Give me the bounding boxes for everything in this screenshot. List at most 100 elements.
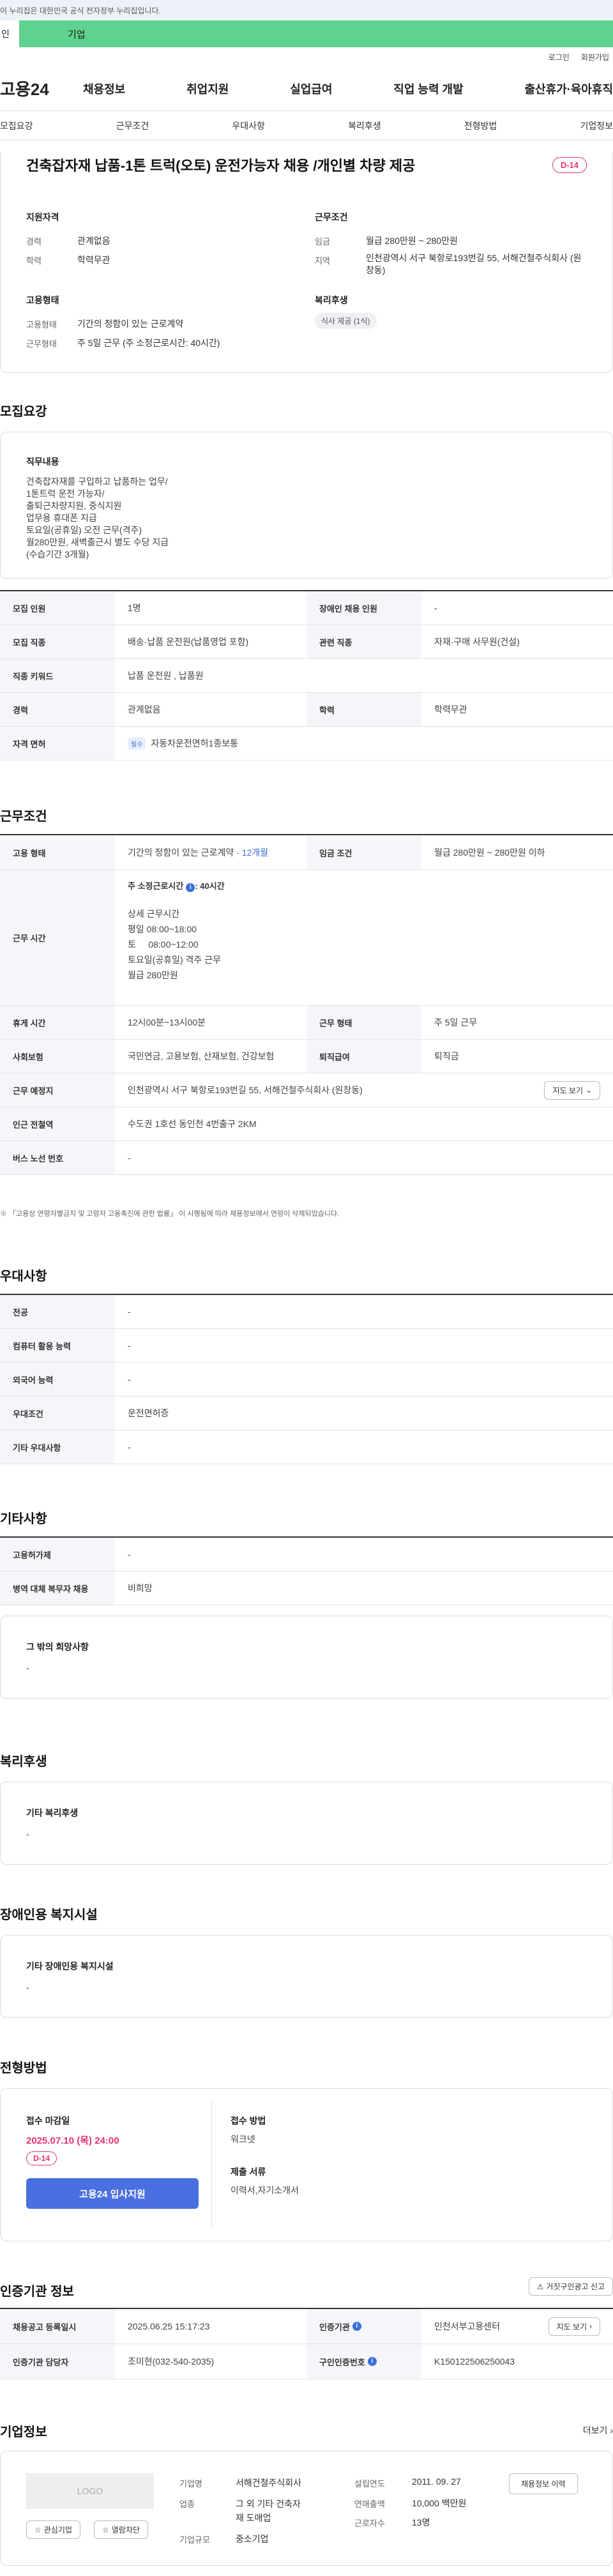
- table-row: 병역 대체 복무자 채용 비희망: [0, 1572, 613, 1605]
- info-icon[interactable]: i: [367, 2357, 377, 2366]
- table-row: 고용 형태 기간의 정함이 있는 근로계약 · 12개월 임금 조건 월급 28…: [0, 835, 613, 870]
- tab-recruit[interactable]: 모집요강: [0, 119, 33, 132]
- info-icon[interactable]: i: [186, 883, 195, 892]
- info-icon[interactable]: i: [352, 2322, 361, 2331]
- region-value: 인천광역시 서구 북항로193번길 55, 서해건철주식회사 (원창동): [366, 253, 582, 275]
- emp-period: 12개월: [241, 847, 269, 858]
- gov-banner: 이 누리집은 대한민국 공식 전자정부 누리집입니다.: [0, 0, 613, 20]
- duty-box: 직무내용 건축잡자재를 구입하고 납품하는 업무/ 1톤트럭 운전 가능자/ 출…: [0, 432, 613, 579]
- row-label: 전공: [0, 1295, 115, 1328]
- sales-label: 연매출액: [354, 2499, 385, 2509]
- row-value: 납품 운전원 , 납품원: [128, 671, 204, 681]
- method-heading: 접수 방법: [231, 2116, 266, 2126]
- table-row: 컴퓨터 활용 능력 -: [0, 1329, 613, 1363]
- career-label: 경력: [26, 237, 42, 246]
- emp-type-text: 기간의 정함이 있는 근로계약 ·: [128, 847, 239, 858]
- site-logo[interactable]: 고용24: [0, 77, 83, 100]
- edu-value: 학력무관: [77, 255, 110, 265]
- row-value: 조미현(032-540-2035): [128, 2356, 215, 2367]
- emp-type-label: 고용형태: [26, 320, 57, 330]
- row-label: 외국어 능력: [0, 1363, 115, 1396]
- row-value: -: [128, 1307, 131, 1317]
- welfare-box-text: -: [26, 1829, 29, 1839]
- industry-value: 그 외 기타 건축자 재 도매업: [236, 2499, 301, 2523]
- row-label: 고용 형태: [0, 835, 115, 870]
- tab-welfare[interactable]: 복리후생: [348, 119, 381, 132]
- block-company-button[interactable]: ☆ 열람차단: [94, 2520, 148, 2539]
- gnb-item-employment-support[interactable]: 취업지원: [186, 80, 229, 97]
- company-more-link[interactable]: 더보기 ›: [583, 2424, 613, 2437]
- tab-conditions[interactable]: 근무조건: [116, 119, 149, 132]
- company-name-label: 기업명: [179, 2479, 202, 2489]
- weekly-hours-label: 주 소정근로시간: [128, 881, 184, 891]
- gnb-item-parental-leave[interactable]: 출산휴가·육아휴직: [525, 80, 613, 97]
- company-logo: LOGO: [26, 2473, 154, 2509]
- wage-value: 월급 280만원 ~ 280만원: [366, 236, 458, 246]
- row-label: 우대조건: [0, 1397, 115, 1430]
- table-row: 모집 직종 배송·납품 운전원(납품영업 포함) 관련 직종 자재·구매 사무원…: [0, 625, 613, 659]
- employment-heading: 고용형태: [26, 295, 59, 305]
- disabled-box-heading: 기타 장애인용 복지시설: [26, 1961, 114, 1971]
- staff-value: 13명: [412, 2517, 430, 2527]
- company-more-label: 더보기: [582, 2425, 608, 2436]
- row-value: 2025.06.25 15:17:23: [128, 2321, 210, 2331]
- company-size-value: 중소기업: [236, 2534, 269, 2544]
- row-label: 인증기관 담당자: [0, 2344, 115, 2379]
- siren-icon: ⚠: [536, 2282, 544, 2291]
- cert-no-label: 구인인증번호: [319, 2357, 365, 2367]
- chevron-right-icon: ›: [610, 2425, 613, 2436]
- table-row: 휴게 시간 12시00분~13시00분 근무 형태 주 5일 근무: [0, 1006, 613, 1040]
- row-label: 고용허가제: [0, 1538, 115, 1571]
- row-value: 수도권 1호선 동인천 4번출구 2KM: [128, 1119, 257, 1129]
- row-value: 기간의 정함이 있는 근로계약 · 12개월: [115, 835, 306, 870]
- welfare-heading: 복리후생: [315, 295, 348, 305]
- tab-company[interactable]: 기업: [19, 20, 613, 47]
- work-time-detail: 상세 근무시간 평일 08:00~18:00 토 08:00~12:00 토요일…: [128, 909, 221, 980]
- wage-label: 임금: [315, 237, 330, 246]
- career-value: 관계없음: [77, 236, 110, 246]
- row-label: 모집 인원: [0, 591, 115, 625]
- cert-agency-value: 인천서부고용센터: [434, 2321, 501, 2331]
- region-label: 지역: [315, 256, 330, 266]
- apply-button[interactable]: 고용24 입사지원: [26, 2178, 199, 2209]
- recruit-section-title: 모집요강: [0, 405, 47, 419]
- row-value: -: [434, 603, 437, 613]
- signup-link[interactable]: 회원가입: [581, 52, 609, 63]
- section-tabs: 모집요강 근무조건 우대사항 복리후생 전형방법 기업정보: [0, 111, 613, 140]
- row-label: 모집 직종: [0, 625, 115, 658]
- row-value: 비희망: [128, 1583, 153, 1593]
- row-value: 1명: [128, 603, 141, 613]
- utility-bar: 로그인 회원가입: [0, 47, 613, 66]
- staff-label: 근로자수: [354, 2519, 385, 2528]
- job-history-button[interactable]: 채용정보 이력: [509, 2473, 578, 2494]
- report-button[interactable]: ⚠ 거짓구인광고 신고: [528, 2277, 613, 2296]
- row-value: 국민연금, 고용보험, 산재보험, 건강보험: [128, 1051, 275, 1061]
- company-name-value: 서해건철주식회사: [236, 2478, 302, 2488]
- welfare-chip: 식사 제공 (1식): [315, 313, 377, 329]
- user-type-tabs: 인 기업: [0, 20, 613, 47]
- tab-personal[interactable]: 인: [0, 20, 19, 47]
- work-section-title: 근무조건: [0, 810, 47, 824]
- work-place-text: 인천광역시 서구 북항로193번길 55, 서해건철주식회사 (원창동): [128, 1085, 363, 1095]
- selection-section-title: 전형방법: [0, 2061, 47, 2075]
- gnb-item-jobs[interactable]: 채용정보: [83, 80, 125, 97]
- tab-preferences[interactable]: 우대사항: [232, 119, 265, 132]
- row-label: 퇴직급여: [306, 1040, 421, 1073]
- global-nav: 고용24 채용정보 취업지원 실업급여 직업 능력 개발 출산휴가·육아휴직: [0, 66, 613, 111]
- gnb-item-unemployment-benefit[interactable]: 실업급여: [290, 80, 332, 97]
- chevron-down-icon: ⌄: [585, 1086, 592, 1095]
- chevron-right-icon: ›: [589, 2322, 592, 2331]
- weekly-hours-value: : 40시간: [195, 881, 225, 891]
- company-section-title: 기업정보: [0, 2425, 47, 2439]
- map-button[interactable]: 지도 보기 ⌄: [544, 1080, 600, 1100]
- tab-selection[interactable]: 전형방법: [464, 119, 497, 132]
- tab-company[interactable]: 기업정보: [580, 119, 613, 132]
- cert-map-button[interactable]: 지도 보기 ›: [548, 2317, 600, 2336]
- cert-map-label: 지도 보기: [556, 2322, 587, 2331]
- duty-text: 건축잡자재를 구입하고 납품하는 업무/ 1톤트럭 운전 가능자/ 출퇴근차량지…: [26, 476, 169, 559]
- table-row: 인근 전철역 수도권 1호선 동인천 4번출구 2KM: [0, 1107, 613, 1141]
- work-form-label: 근무형태: [26, 339, 57, 349]
- gnb-item-vocational-training[interactable]: 직업 능력 개발: [393, 80, 463, 97]
- favorite-company-button[interactable]: ☆ 관심기업: [26, 2520, 80, 2539]
- login-link[interactable]: 로그인: [549, 52, 570, 63]
